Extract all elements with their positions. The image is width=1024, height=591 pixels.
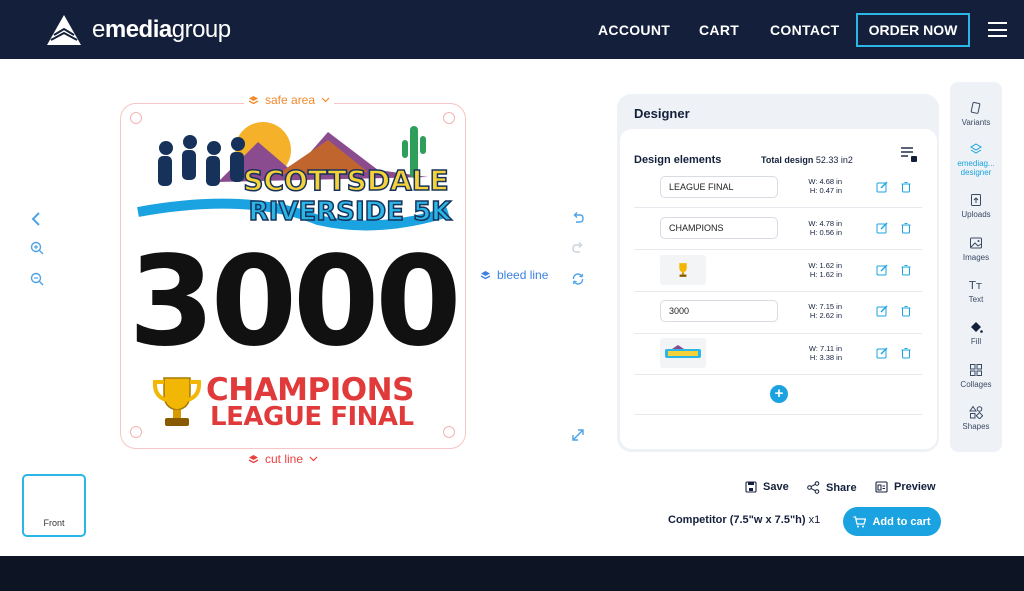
divider bbox=[634, 414, 922, 415]
rail-variants[interactable]: Variants bbox=[950, 101, 1002, 127]
cut-line-label: cut line bbox=[265, 452, 304, 466]
bleed-line-selector[interactable]: bleed line bbox=[480, 268, 548, 282]
element-dimensions: W: 4.68 in H: 0.47 in bbox=[808, 177, 842, 195]
nav-contact-link[interactable]: CONTACT bbox=[770, 22, 840, 38]
edit-icon[interactable] bbox=[876, 181, 888, 193]
nav-account-link[interactable]: ACCOUNT bbox=[598, 22, 670, 38]
logo-mark-icon bbox=[47, 15, 81, 45]
front-side-thumbnail[interactable]: Front bbox=[22, 474, 86, 537]
share-button[interactable]: Share bbox=[807, 481, 857, 494]
top-navigation-bar: emediagroup ACCOUNT CART CONTACT ORDER N… bbox=[0, 0, 1024, 59]
add-to-cart-button[interactable]: Add to cart bbox=[843, 507, 941, 536]
variants-icon bbox=[970, 101, 981, 114]
nav-cart-link[interactable]: CART bbox=[699, 22, 739, 38]
rail-uploads[interactable]: Uploads bbox=[950, 193, 1002, 219]
back-arrow-icon[interactable] bbox=[30, 211, 42, 227]
edit-icon[interactable] bbox=[876, 347, 888, 359]
layers-icon bbox=[480, 270, 491, 279]
edit-icon[interactable] bbox=[876, 222, 888, 234]
element-text-input[interactable]: CHAMPIONS bbox=[660, 217, 778, 239]
element-image-thumbnail[interactable] bbox=[660, 255, 706, 285]
frame-corner bbox=[130, 426, 142, 438]
element-dimensions: W: 4.78 in H: 0.56 in bbox=[808, 219, 842, 237]
delete-icon[interactable] bbox=[900, 305, 912, 317]
save-icon bbox=[745, 481, 757, 493]
rail-collages[interactable]: Collages bbox=[950, 363, 1002, 389]
rail-text[interactable]: Tт Text bbox=[950, 278, 1002, 304]
layers-icon bbox=[248, 95, 259, 104]
designer-title: Designer bbox=[634, 106, 690, 121]
zoom-out-icon[interactable] bbox=[30, 272, 44, 286]
rail-images[interactable]: Images bbox=[950, 236, 1002, 262]
refresh-icon[interactable] bbox=[571, 272, 585, 286]
preview-icon bbox=[875, 481, 888, 493]
element-dimensions: W: 7.11 in H: 3.38 in bbox=[808, 344, 842, 362]
upload-icon bbox=[971, 194, 981, 206]
delete-icon[interactable] bbox=[900, 181, 912, 193]
save-button[interactable]: Save bbox=[745, 481, 789, 493]
collage-icon bbox=[970, 364, 982, 376]
rail-shapes[interactable]: Shapes bbox=[950, 405, 1002, 431]
race-logo-artwork[interactable]: SCOTTSDALE RIVERSIDE 5K bbox=[128, 112, 458, 236]
zoom-in-icon[interactable] bbox=[30, 241, 44, 255]
logo-line2-text: RIVERSIDE 5K bbox=[249, 197, 452, 227]
logo-text: emediagroup bbox=[92, 16, 231, 43]
bib-number-text[interactable]: 3000 bbox=[120, 232, 466, 372]
element-text-input[interactable]: LEAGUE FINAL bbox=[660, 176, 778, 198]
footer bbox=[0, 556, 1024, 591]
cart-icon bbox=[853, 515, 867, 527]
expand-icon[interactable] bbox=[571, 428, 585, 442]
layers-icon bbox=[248, 454, 259, 463]
clear-list-icon[interactable] bbox=[900, 145, 918, 163]
bleed-line-label: bleed line bbox=[497, 268, 549, 282]
undo-icon[interactable] bbox=[571, 211, 585, 225]
league-final-text[interactable]: LEAGUE FINAL bbox=[210, 402, 414, 432]
layers-icon bbox=[970, 143, 982, 154]
text-icon: Tт bbox=[969, 279, 983, 292]
order-now-button[interactable]: ORDER NOW bbox=[856, 13, 970, 47]
shapes-icon bbox=[969, 405, 983, 419]
chevron-down-icon bbox=[321, 97, 330, 103]
safe-area-selector[interactable]: safe area bbox=[244, 93, 335, 107]
chevron-down-icon bbox=[309, 456, 318, 462]
preview-button[interactable]: Preview bbox=[875, 481, 936, 493]
safe-area-label: safe area bbox=[265, 93, 316, 107]
design-elements-title: Design elements bbox=[634, 154, 722, 166]
element-dimensions: W: 7.15 in H: 2.62 in bbox=[808, 302, 842, 320]
delete-icon[interactable] bbox=[900, 264, 912, 276]
rail-fill[interactable]: Fill bbox=[950, 320, 1002, 346]
tool-rail bbox=[950, 82, 1002, 452]
element-image-thumbnail[interactable] bbox=[660, 338, 706, 368]
add-element-button[interactable]: + bbox=[770, 385, 788, 403]
fill-icon bbox=[971, 322, 983, 333]
emediagroup-logo[interactable]: emediagroup bbox=[46, 14, 231, 46]
logo-line1-text: SCOTTSDALE bbox=[243, 164, 448, 197]
svg-text:Tт: Tт bbox=[969, 279, 983, 292]
rail-designer[interactable]: emediag... designer bbox=[950, 142, 1002, 177]
trophy-icon bbox=[679, 263, 687, 277]
delete-icon[interactable] bbox=[900, 222, 912, 234]
cut-line-selector[interactable]: cut line bbox=[244, 452, 323, 466]
image-icon bbox=[970, 237, 982, 249]
menu-icon[interactable] bbox=[988, 22, 1007, 37]
delete-icon[interactable] bbox=[900, 347, 912, 359]
logo-thumbnail-icon bbox=[665, 345, 701, 358]
product-summary: Competitor (7.5"w x 7.5"h) x1 bbox=[668, 514, 821, 526]
total-design-area: Total design 52.33 in2 bbox=[761, 155, 853, 165]
redo-icon[interactable] bbox=[571, 241, 585, 255]
frame-corner bbox=[443, 426, 455, 438]
share-icon bbox=[807, 481, 820, 494]
edit-icon[interactable] bbox=[876, 264, 888, 276]
element-text-input[interactable]: 3000 bbox=[660, 300, 778, 322]
trophy-icon[interactable] bbox=[150, 374, 204, 430]
edit-icon[interactable] bbox=[876, 305, 888, 317]
element-dimensions: W: 1.62 in H: 1.62 in bbox=[808, 261, 842, 279]
